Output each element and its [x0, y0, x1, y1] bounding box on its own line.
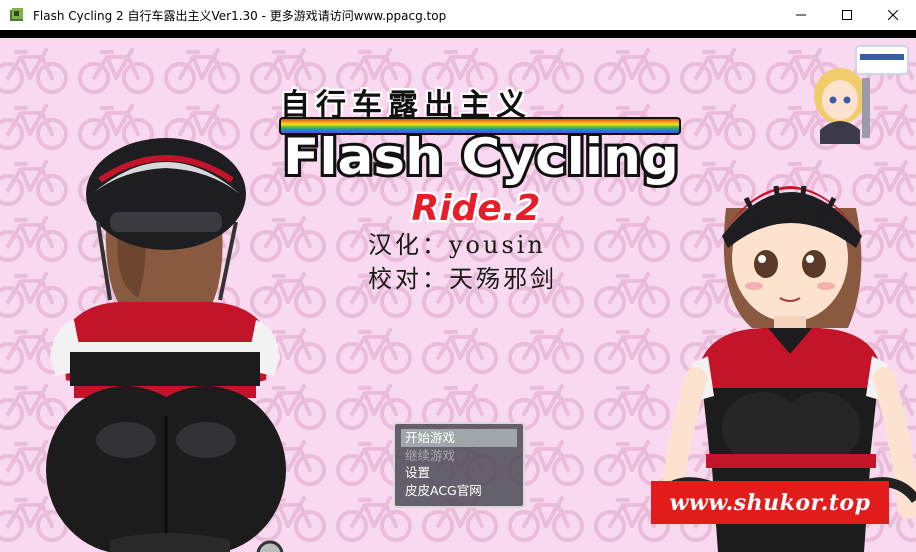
- credit-proofreading: 校对：天殇邪剑: [368, 262, 557, 296]
- menu-item-official-site[interactable]: 皮皮ACG官网: [401, 482, 517, 500]
- game-viewport[interactable]: 自行车露出主义 Flash Cycling Ride.2 汉化：yousin 校…: [0, 38, 916, 552]
- credits-block: 汉化：yousin 校对：天殇邪剑: [368, 228, 557, 296]
- menu-item-settings[interactable]: 设置: [401, 464, 517, 482]
- minimize-button[interactable]: [778, 0, 824, 30]
- credit-proofreading-value: 天殇邪剑: [449, 265, 557, 293]
- menu-item-new-game[interactable]: 开始游戏: [401, 429, 517, 447]
- close-button[interactable]: [870, 0, 916, 30]
- site-watermark: www.shukor.top: [651, 481, 889, 524]
- credit-translation: 汉化：yousin: [368, 228, 557, 262]
- logo-wordmark: Flash Cycling Ride.2: [279, 117, 682, 232]
- credit-translation-value: yousin: [449, 231, 546, 259]
- cyclist-back-view: [46, 138, 286, 552]
- maximize-button[interactable]: [824, 0, 870, 30]
- maximize-icon: [842, 10, 852, 20]
- title-separator-strip: [0, 30, 916, 38]
- credit-proofreading-label: 校对：: [368, 265, 449, 293]
- game-logo: 自行车露出主义 Flash Cycling Ride.2: [276, 80, 686, 236]
- logo-title: Flash Cycling: [283, 128, 679, 186]
- window-titlebar: Flash Cycling 2 自行车露出主义Ver1.30 - 更多游戏请访问…: [0, 0, 916, 30]
- title-menu: 开始游戏 继续游戏 设置 皮皮ACG官网: [393, 422, 525, 508]
- chibi-knight-emblem: [814, 45, 909, 144]
- close-icon: [888, 10, 898, 20]
- window-title: Flash Cycling 2 自行车露出主义Ver1.30 - 更多游戏请访问…: [33, 8, 447, 23]
- game-app-icon: [10, 8, 23, 21]
- watermark-text: www.shukor.top: [669, 489, 871, 516]
- minimize-icon: [796, 14, 806, 16]
- menu-item-continue[interactable]: 继续游戏: [401, 447, 517, 465]
- logo-ride-badge: Ride.2: [412, 188, 541, 229]
- credit-translation-label: 汉化：: [368, 231, 449, 259]
